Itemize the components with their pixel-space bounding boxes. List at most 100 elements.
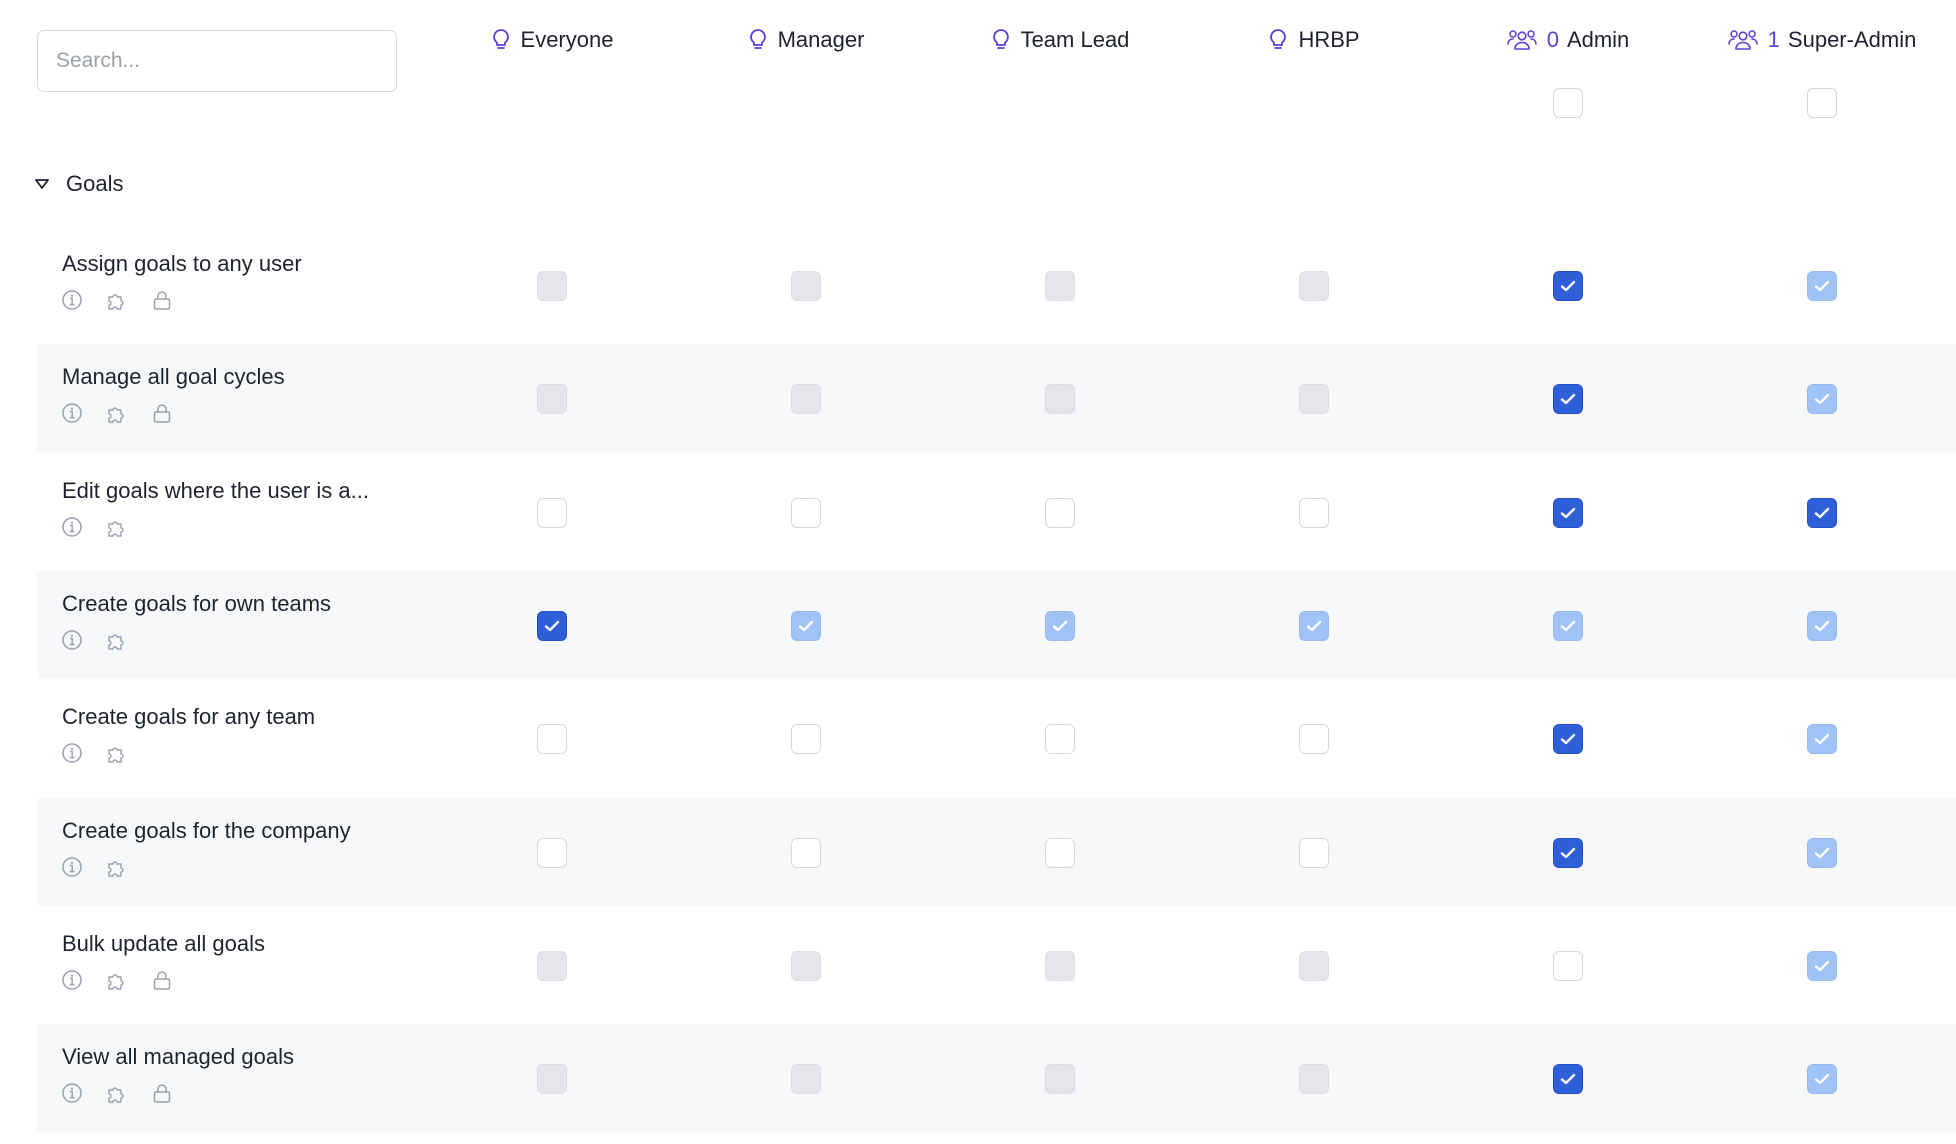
permission-row: Create goals for own teams: [37, 571, 1956, 679]
permission-checkbox-team-lead: [1045, 271, 1075, 301]
permission-checkbox-everyone[interactable]: [537, 498, 567, 528]
permission-checkbox-team-lead[interactable]: [1045, 498, 1075, 528]
info-icon[interactable]: [61, 289, 83, 311]
permission-checkbox-super-admin[interactable]: [1807, 951, 1837, 981]
users-icon: [1506, 28, 1537, 52]
permission-checkbox-admin[interactable]: [1553, 1064, 1583, 1094]
checkmark-icon: [1560, 1073, 1576, 1085]
permission-checkbox-hrbp[interactable]: [1299, 498, 1329, 528]
puzzle-icon: [106, 516, 128, 538]
section-goals-toggle[interactable]: Goals: [34, 166, 123, 202]
permission-checkbox-admin[interactable]: [1553, 611, 1583, 641]
puzzle-icon: [106, 402, 128, 424]
permission-checkbox-everyone[interactable]: [537, 611, 567, 641]
role-name: Manager: [777, 27, 865, 52]
permission-checkbox-admin[interactable]: [1553, 724, 1583, 754]
section-title: Goals: [66, 171, 124, 196]
users-icon: [1727, 28, 1758, 52]
checkmark-icon: [1814, 733, 1830, 745]
checkmark-icon: [1814, 1073, 1830, 1085]
info-icon[interactable]: [61, 856, 83, 878]
permission-checkbox-super-admin[interactable]: [1807, 384, 1837, 414]
permission-checkbox-manager: [791, 384, 821, 414]
permission-checkbox-team-lead[interactable]: [1045, 838, 1075, 868]
role-header-hrbp[interactable]: HRBP: [1184, 0, 1444, 80]
permission-checkbox-hrbp: [1299, 384, 1329, 414]
permission-checkbox-team-lead: [1045, 384, 1075, 414]
permission-checkbox-everyone: [537, 951, 567, 981]
permission-label: View all managed goals: [62, 1044, 294, 1069]
puzzle-icon: [106, 969, 128, 991]
permission-checkbox-team-lead[interactable]: [1045, 724, 1075, 754]
checkmark-icon: [1814, 280, 1830, 292]
select-all-checkbox-admin[interactable]: [1553, 88, 1583, 118]
permission-checkbox-admin[interactable]: [1553, 498, 1583, 528]
permission-checkbox-manager[interactable]: [791, 498, 821, 528]
role-header-everyone[interactable]: Everyone: [422, 0, 682, 80]
permission-checkbox-manager: [791, 951, 821, 981]
permission-checkbox-everyone[interactable]: [537, 724, 567, 754]
permission-checkbox-admin[interactable]: [1553, 951, 1583, 981]
info-icon[interactable]: [61, 969, 83, 991]
permission-checkbox-team-lead[interactable]: [1045, 611, 1075, 641]
info-icon[interactable]: [61, 742, 83, 764]
info-icon[interactable]: [61, 402, 83, 424]
permission-checkbox-hrbp[interactable]: [1299, 838, 1329, 868]
permission-checkbox-everyone[interactable]: [537, 838, 567, 868]
permission-checkbox-admin[interactable]: [1553, 384, 1583, 414]
role-header-team-lead[interactable]: Team Lead: [930, 0, 1190, 80]
permission-checkbox-super-admin[interactable]: [1807, 498, 1837, 528]
role-header-admin[interactable]: 0 Admin: [1438, 0, 1698, 80]
role-name: HRBP: [1298, 27, 1360, 52]
role-name: Super-Admin: [1787, 27, 1917, 52]
permission-checkbox-manager[interactable]: [791, 838, 821, 868]
checkmark-icon: [1306, 620, 1322, 632]
permission-label: Manage all goal cycles: [62, 364, 285, 389]
permission-checkbox-admin[interactable]: [1553, 271, 1583, 301]
permission-checkbox-super-admin[interactable]: [1807, 1064, 1837, 1094]
puzzle-icon: [106, 742, 128, 764]
checkmark-icon: [1052, 620, 1068, 632]
checkmark-icon: [544, 620, 560, 632]
info-icon[interactable]: [61, 516, 83, 538]
permission-checkbox-hrbp[interactable]: [1299, 724, 1329, 754]
permission-checkbox-hrbp[interactable]: [1299, 611, 1329, 641]
permission-row: Bulk update all goals: [37, 911, 1956, 1019]
permission-label: Create goals for any team: [62, 704, 316, 729]
checkmark-icon: [1814, 507, 1830, 519]
permission-checkbox-admin[interactable]: [1553, 838, 1583, 868]
permission-checkbox-super-admin[interactable]: [1807, 724, 1837, 754]
permission-checkbox-manager[interactable]: [791, 611, 821, 641]
permission-checkbox-super-admin[interactable]: [1807, 838, 1837, 868]
permission-checkbox-hrbp: [1299, 951, 1329, 981]
permission-row: Create goals for any team: [37, 684, 1956, 792]
permission-label: Create goals for own teams: [62, 591, 332, 616]
select-all-checkbox-super-admin[interactable]: [1807, 88, 1837, 118]
role-header-manager[interactable]: Manager: [676, 0, 936, 80]
checkmark-icon: [1814, 620, 1830, 632]
checkmark-icon: [1814, 960, 1830, 972]
info-icon[interactable]: [61, 1082, 83, 1104]
search-input[interactable]: [37, 30, 397, 92]
puzzle-icon: [106, 629, 128, 651]
permission-checkbox-everyone: [537, 1064, 567, 1094]
permission-row: Create goals for the company: [37, 798, 1956, 906]
puzzle-icon: [106, 289, 128, 311]
permission-row: Manage all goal cycles: [37, 344, 1956, 452]
info-icon[interactable]: [61, 629, 83, 651]
permission-checkbox-super-admin[interactable]: [1807, 611, 1837, 641]
permission-checkbox-hrbp: [1299, 1064, 1329, 1094]
permission-row: Edit goals where the user is a...: [37, 458, 1956, 566]
role-name: Admin: [1566, 27, 1630, 52]
lock-icon: [151, 402, 173, 424]
permission-checkbox-super-admin[interactable]: [1807, 271, 1837, 301]
permission-checkbox-manager[interactable]: [791, 724, 821, 754]
lightbulb-icon: [748, 28, 768, 52]
lightbulb-icon: [491, 28, 511, 52]
checkmark-icon: [1560, 733, 1576, 745]
role-header-super-admin[interactable]: 1 Super-Admin: [1692, 0, 1952, 80]
permission-checkbox-everyone: [537, 271, 567, 301]
role-name: Team Lead: [1020, 27, 1130, 52]
puzzle-icon: [106, 1082, 128, 1104]
permission-checkbox-manager: [791, 271, 821, 301]
